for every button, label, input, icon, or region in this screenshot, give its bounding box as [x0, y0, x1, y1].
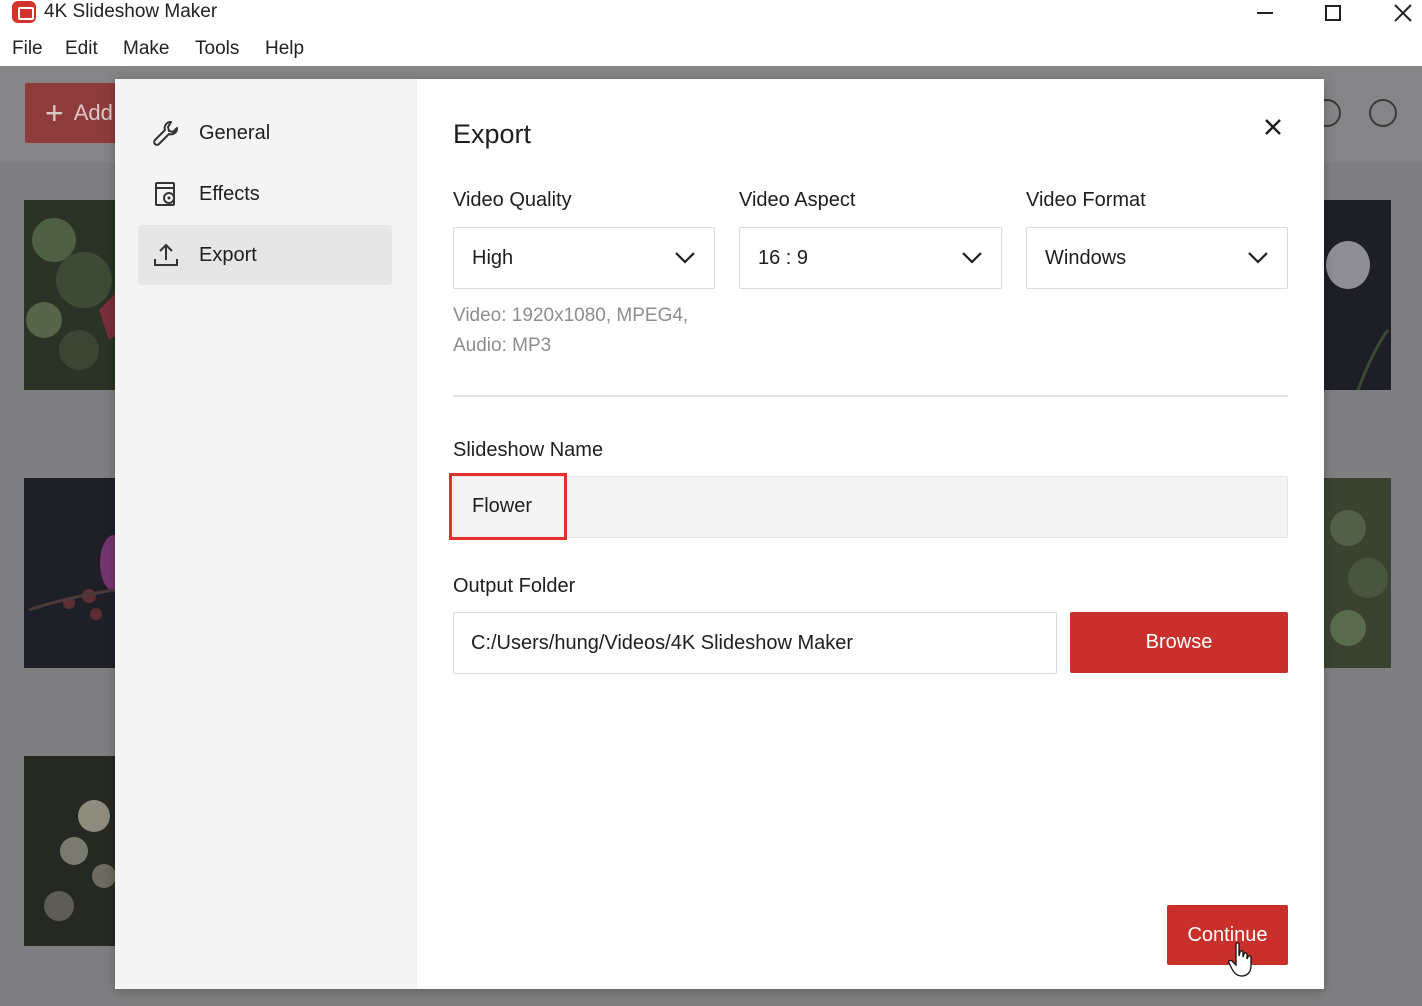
sidebar-item-effects[interactable]: Effects — [138, 164, 392, 224]
output-folder-value: C:/Users/hung/Videos/4K Slideshow Maker — [471, 631, 854, 654]
menu-make[interactable]: Make — [123, 38, 169, 60]
flower-image — [24, 756, 124, 946]
add-button-label: Add — [73, 100, 113, 125]
menu-file[interactable]: File — [12, 38, 43, 60]
chevron-down-icon — [1248, 252, 1268, 264]
sidebar-item-export[interactable]: Export — [138, 225, 392, 285]
format-hint: Video: 1920x1080, MPEG4, Audio: MP3 — [453, 301, 688, 361]
wrench-icon — [153, 121, 178, 146]
slideshow-name-value: Flower — [472, 495, 533, 517]
chevron-down-icon — [962, 252, 982, 264]
menu-tools[interactable]: Tools — [195, 38, 239, 60]
sidebar-item-label: Export — [199, 243, 257, 266]
hand-cursor-icon — [1228, 942, 1252, 977]
photo-thumbnail[interactable] — [24, 756, 124, 946]
browse-button[interactable]: Browse — [1070, 612, 1288, 673]
maximize-icon — [1325, 5, 1341, 21]
close-icon — [1394, 4, 1412, 22]
video-quality-label: Video Quality — [453, 189, 572, 211]
sidebar-item-label: Effects — [199, 182, 260, 205]
chevron-down-icon — [675, 252, 695, 264]
photo-thumbnail[interactable] — [24, 200, 124, 390]
sidebar-item-general[interactable]: General — [138, 103, 392, 163]
video-format-select[interactable]: Windows — [1026, 227, 1288, 289]
divider — [453, 395, 1288, 397]
video-aspect-value: 16 : 9 — [758, 246, 809, 269]
dialog-title: Export — [453, 119, 532, 149]
dialog-sidebar: General Effects Export — [115, 79, 417, 989]
minimize-button[interactable] — [1242, 0, 1288, 26]
video-aspect-select[interactable]: 16 : 9 — [739, 227, 1002, 289]
upload-icon — [154, 243, 178, 266]
output-folder-input[interactable]: C:/Users/hung/Videos/4K Slideshow Maker — [453, 612, 1057, 674]
flower-image — [24, 200, 124, 390]
photo-thumbnail[interactable] — [24, 478, 124, 668]
menu-help[interactable]: Help — [265, 38, 304, 60]
video-spec-text: Video: 1920x1080, MPEG4, — [453, 305, 689, 326]
video-aspect-label: Video Aspect — [739, 189, 856, 211]
settings-dialog: General Effects Export Export Video Qual… — [115, 79, 1324, 989]
menu-bar: File Edit Make Tools Help — [0, 30, 1422, 66]
app-logo-icon — [12, 1, 36, 23]
minimize-icon — [1257, 12, 1273, 14]
video-format-value: Windows — [1045, 246, 1127, 269]
account-icon[interactable] — [1369, 99, 1397, 127]
close-icon — [1265, 119, 1281, 135]
video-quality-value: High — [472, 246, 514, 269]
output-folder-label: Output Folder — [453, 575, 576, 597]
sidebar-item-label: General — [199, 121, 271, 144]
menu-edit[interactable]: Edit — [65, 38, 98, 60]
video-format-label: Video Format — [1026, 189, 1146, 211]
slideshow-name-highlight: Flower — [449, 473, 567, 540]
slideshow-name-label: Slideshow Name — [453, 439, 604, 461]
maximize-button[interactable] — [1310, 0, 1356, 26]
window-title: 4K Slideshow Maker — [44, 1, 218, 22]
close-dialog-button[interactable] — [1259, 113, 1287, 141]
photo-thumbnail[interactable] — [1318, 478, 1391, 668]
photo-thumbnail[interactable] — [1318, 200, 1391, 390]
flower-image — [24, 478, 124, 668]
slideshow-name-input[interactable] — [453, 476, 1288, 538]
plus-icon: + — [45, 95, 64, 131]
close-window-button[interactable] — [1380, 0, 1422, 26]
video-quality-select[interactable]: High — [453, 227, 715, 289]
audio-spec-text: Audio: MP3 — [453, 335, 552, 356]
effects-icon — [155, 182, 175, 206]
title-bar: 4K Slideshow Maker — [0, 0, 1422, 28]
flower-image — [1318, 478, 1391, 668]
flower-image — [1318, 200, 1391, 390]
